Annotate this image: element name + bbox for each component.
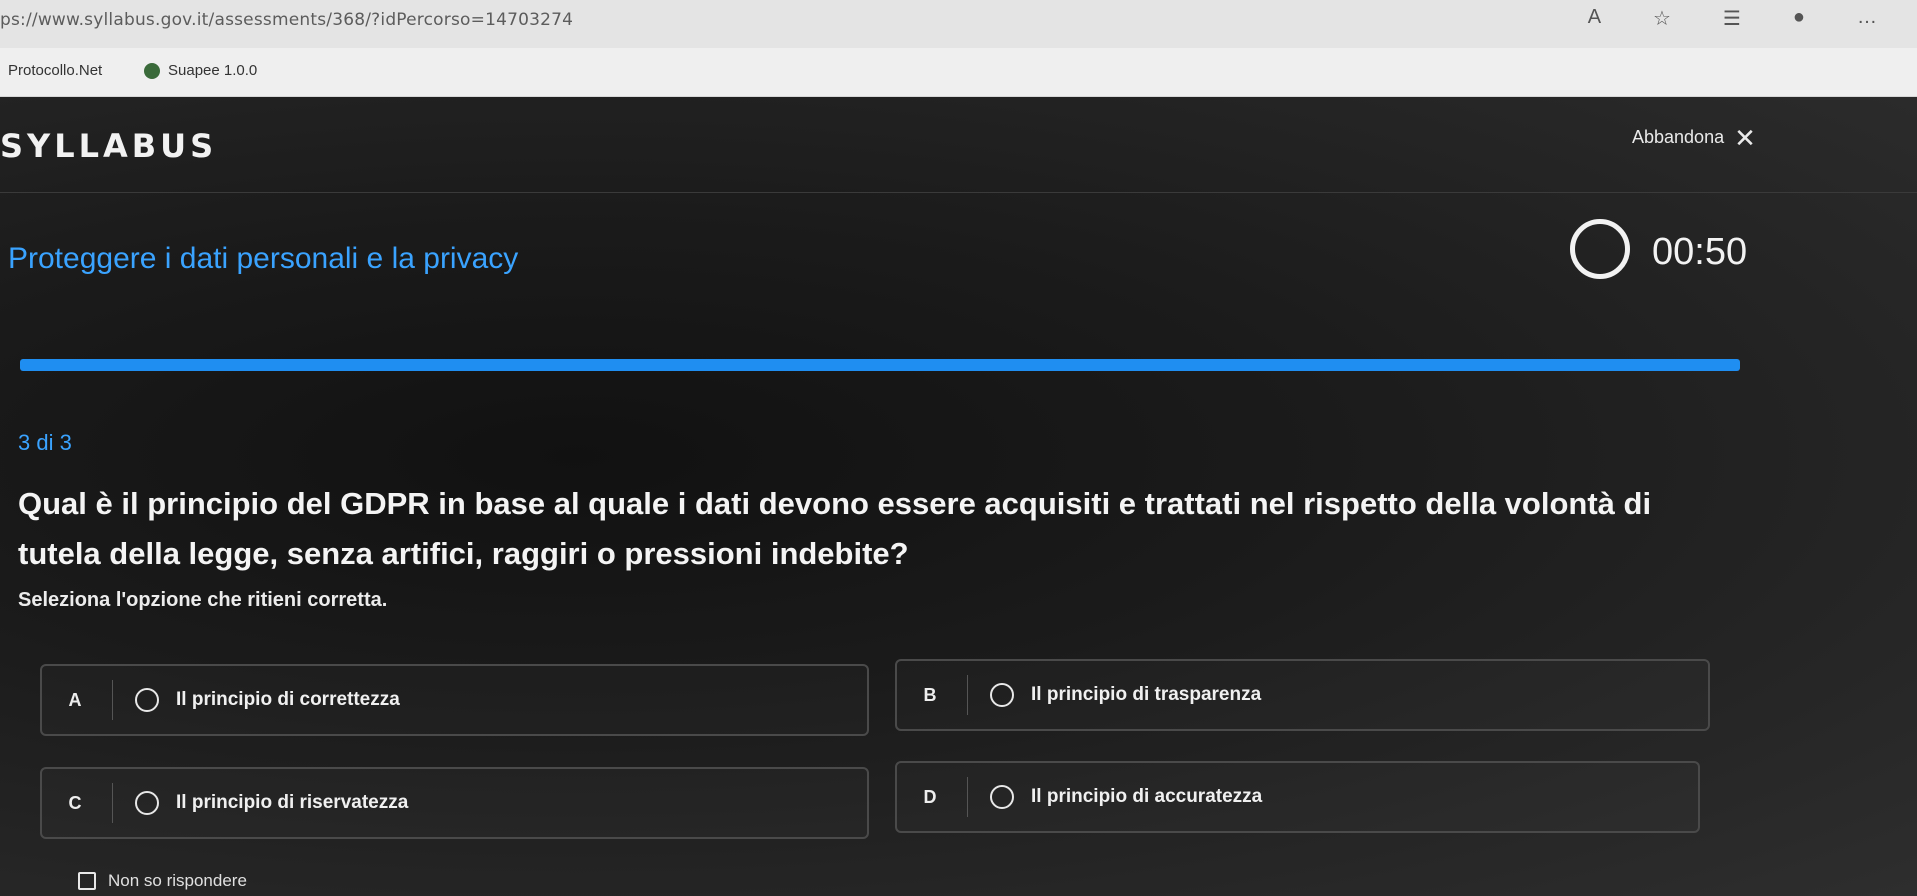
quiz-title: Proteggere i dati personali e la privacy xyxy=(8,242,519,275)
bookmark-suapee[interactable]: Suapee 1.0.0 xyxy=(144,62,257,79)
option-label: Il principio di trasparenza xyxy=(1031,684,1262,705)
bookmarks-bar: Protocollo.Net Suapee 1.0.0 xyxy=(0,48,1917,97)
bookmark-label: Protocollo.Net xyxy=(8,62,103,79)
option-label: Il principio di correttezza xyxy=(176,689,400,710)
option-label: Il principio di accuratezza xyxy=(1031,786,1263,807)
bookmark-label: Suapee 1.0.0 xyxy=(168,62,258,79)
bookmark-favicon-icon xyxy=(144,62,160,79)
question-counter: 3 di 3 xyxy=(18,430,72,455)
abandon-button[interactable]: Abbandona ✕ xyxy=(1632,122,1756,153)
bookmark-protocollo[interactable]: Protocollo.Net xyxy=(8,62,102,79)
divider xyxy=(112,783,113,823)
divider xyxy=(967,675,968,715)
abandon-label: Abbandona xyxy=(1632,127,1725,147)
profile-icon[interactable]: ● xyxy=(1793,6,1805,31)
more-icon[interactable]: … xyxy=(1857,6,1877,31)
countdown-timer: 00:50 xyxy=(1652,231,1748,273)
radio-icon[interactable] xyxy=(135,791,159,815)
checkbox[interactable] xyxy=(78,872,96,890)
favorites-icon[interactable]: ☰ xyxy=(1723,6,1741,31)
radio-icon[interactable] xyxy=(990,683,1014,707)
text-size-icon[interactable]: A xyxy=(1588,6,1601,31)
browser-toolbar: ps://www.syllabus.gov.it/assessments/368… xyxy=(0,0,1917,49)
quiz-app: SYLLABUS Abbandona ✕ Proteggere i dati p… xyxy=(0,97,1917,896)
app-header: SYLLABUS Abbandona ✕ xyxy=(0,97,1917,193)
option-letter: B xyxy=(923,685,937,705)
progress-bar xyxy=(20,359,1740,371)
timer-ring-icon xyxy=(1570,219,1630,279)
question-text: Qual è il principio del GDPR in base al … xyxy=(18,486,1652,571)
radio-icon[interactable] xyxy=(990,785,1014,809)
option-d[interactable]: D Il principio di accuratezza xyxy=(895,761,1700,833)
option-letter: A xyxy=(68,690,82,710)
option-letter: D xyxy=(923,787,937,807)
progress-fill xyxy=(20,359,1740,371)
browser-actions: A ☆ ☰ ● … xyxy=(1588,6,1877,31)
option-label: Il principio di riservatezza xyxy=(176,792,409,813)
instruction-text: Seleziona l'opzione che ritieni corretta… xyxy=(18,589,388,611)
address-bar[interactable]: ps://www.syllabus.gov.it/assessments/368… xyxy=(0,10,573,30)
dont-know-option[interactable]: Non so rispondere xyxy=(78,871,247,891)
dont-know-label: Non so rispondere xyxy=(108,871,247,890)
syllabus-logo: SYLLABUS xyxy=(0,127,218,165)
radio-icon[interactable] xyxy=(135,688,159,712)
divider xyxy=(112,680,113,720)
divider xyxy=(967,777,968,817)
option-b[interactable]: B Il principio di trasparenza xyxy=(895,659,1710,731)
option-c[interactable]: C Il principio di riservatezza xyxy=(40,767,869,839)
star-icon[interactable]: ☆ xyxy=(1653,6,1671,31)
close-icon: ✕ xyxy=(1734,122,1756,153)
option-a[interactable]: A Il principio di correttezza xyxy=(40,664,869,736)
option-letter: C xyxy=(68,793,82,813)
